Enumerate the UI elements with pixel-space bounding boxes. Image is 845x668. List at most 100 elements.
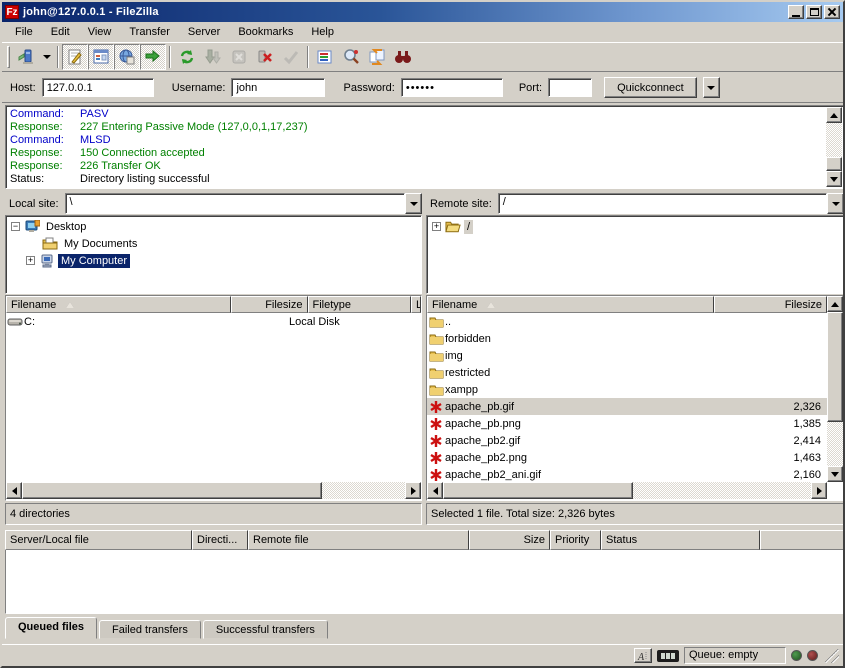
menu-view[interactable]: View (79, 24, 121, 40)
menu-server[interactable]: Server (179, 24, 229, 40)
scroll-down-button[interactable] (826, 171, 842, 187)
synchronized-browsing-button[interactable] (364, 44, 390, 70)
file-row[interactable]: xampp (427, 381, 827, 398)
quickconnect-button[interactable]: Quickconnect (604, 77, 697, 98)
column-priority[interactable]: Priority (550, 530, 601, 550)
remote-vscrollbar[interactable] (827, 296, 843, 482)
column-status[interactable]: Status (601, 530, 760, 550)
tree-item-my-documents[interactable]: My Documents (6, 235, 421, 252)
scroll-down-button[interactable] (827, 466, 843, 482)
column-remote-file[interactable]: Remote file (248, 530, 469, 550)
column-direction[interactable]: Directi... (192, 530, 248, 550)
remote-site-combobox[interactable]: / (498, 193, 844, 214)
toggle-remote-treeview-button[interactable] (114, 44, 140, 70)
scroll-thumb[interactable] (827, 312, 843, 422)
file-row[interactable]: apache_pb.png 1,385 (427, 415, 827, 432)
column-size[interactable]: Size (469, 530, 550, 550)
password-input[interactable] (401, 78, 503, 97)
maximize-button[interactable] (806, 5, 822, 19)
queue-list[interactable] (5, 550, 844, 614)
compare-directories-button[interactable] (338, 44, 364, 70)
dropdown-arrow-icon (43, 55, 51, 59)
remote-site-value[interactable]: / (498, 193, 827, 214)
toggle-transfer-queue-button[interactable] (140, 44, 166, 70)
collapse-icon[interactable]: − (11, 222, 20, 231)
tab-queued-files[interactable]: Queued files (5, 617, 97, 639)
scroll-thumb[interactable] (22, 482, 322, 499)
file-row-selected[interactable]: apache_pb.gif 2,326 (427, 398, 827, 415)
file-row[interactable]: restricted (427, 364, 827, 381)
file-row[interactable]: apache_pb2_ani.gif 2,160 (427, 466, 827, 482)
quickconnect-dropdown[interactable] (703, 77, 720, 98)
disconnect-button[interactable] (252, 44, 278, 70)
local-site-combobox[interactable]: \ (65, 193, 422, 214)
menu-edit[interactable]: Edit (42, 24, 79, 40)
scroll-right-button[interactable] (811, 482, 827, 499)
file-row[interactable]: apache_pb2.png 1,463 (427, 449, 827, 466)
column-filename[interactable]: Filename (6, 296, 231, 313)
refresh-button[interactable] (174, 44, 200, 70)
scroll-left-button[interactable] (427, 482, 443, 499)
column-server-local-file[interactable]: Server/Local file (5, 530, 192, 550)
scroll-thumb[interactable] (826, 157, 842, 171)
column-filesize[interactable]: Filesize (714, 296, 827, 313)
local-site-dropdown[interactable] (405, 193, 422, 214)
minimize-button[interactable] (788, 5, 804, 19)
log-line: Command:MLSD (6, 134, 825, 147)
file-row[interactable]: C: Local Disk (6, 313, 421, 330)
close-button[interactable] (824, 5, 840, 19)
local-hscrollbar[interactable] (6, 482, 421, 499)
scroll-left-button[interactable] (6, 482, 22, 499)
find-files-button[interactable] (390, 44, 416, 70)
directory-filters-button[interactable] (312, 44, 338, 70)
minimize-icon (792, 15, 800, 17)
local-site-value[interactable]: \ (65, 193, 405, 214)
drive-icon (6, 317, 24, 327)
file-row[interactable]: forbidden (427, 330, 827, 347)
scroll-right-button[interactable] (405, 482, 421, 499)
host-input[interactable] (42, 78, 154, 97)
scroll-thumb[interactable] (443, 482, 633, 499)
file-row[interactable]: apache_pb2.gif 2,414 (427, 432, 827, 449)
expand-icon[interactable]: + (432, 222, 441, 231)
transfer-type-icon[interactable]: A (634, 648, 652, 663)
file-row[interactable]: .. (427, 313, 827, 330)
remote-hscrollbar[interactable] (427, 482, 827, 499)
menu-help[interactable]: Help (302, 24, 343, 40)
column-filetype[interactable]: Filetype (308, 296, 412, 313)
toggle-message-log-button[interactable] (62, 44, 88, 70)
menu-transfer[interactable]: Transfer (120, 24, 179, 40)
remote-site-dropdown[interactable] (827, 193, 844, 214)
column-last-modified[interactable]: L (411, 296, 421, 313)
column-filename[interactable]: Filename (427, 296, 714, 313)
file-row[interactable]: img (427, 347, 827, 364)
dropdown-arrow-icon (410, 202, 418, 206)
username-label: Username: (172, 82, 226, 94)
remote-treeview-icon (118, 48, 136, 66)
toggle-local-treeview-button[interactable] (88, 44, 114, 70)
menu-bookmarks[interactable]: Bookmarks (229, 24, 302, 40)
menu-file[interactable]: File (6, 24, 42, 40)
cancel-operation-button[interactable] (226, 44, 252, 70)
port-input[interactable] (548, 78, 592, 97)
image-file-icon (427, 468, 445, 482)
site-manager-dropdown[interactable] (39, 44, 54, 70)
tab-failed-transfers[interactable]: Failed transfers (99, 620, 201, 639)
tab-successful-transfers[interactable]: Successful transfers (203, 620, 328, 639)
column-filesize[interactable]: Filesize (231, 296, 308, 313)
resize-grip[interactable] (825, 649, 839, 663)
username-input[interactable] (231, 78, 325, 97)
tree-item-my-computer[interactable]: + My Computer (6, 252, 421, 269)
scroll-up-button[interactable] (827, 296, 843, 312)
reconnect-button[interactable] (278, 44, 304, 70)
log-scrollbar[interactable] (826, 107, 842, 187)
scroll-up-button[interactable] (826, 107, 842, 123)
tree-item-root[interactable]: + / (427, 218, 843, 235)
toolbar-grip[interactable] (7, 46, 10, 68)
process-queue-button[interactable] (200, 44, 226, 70)
tree-item-desktop[interactable]: − Desktop (6, 218, 421, 235)
title-bar[interactable]: Fz john@127.0.0.1 - FileZilla (2, 2, 843, 22)
expand-icon[interactable]: + (26, 256, 35, 265)
site-manager-button[interactable] (13, 44, 39, 70)
speed-limit-icon[interactable] (657, 650, 679, 662)
